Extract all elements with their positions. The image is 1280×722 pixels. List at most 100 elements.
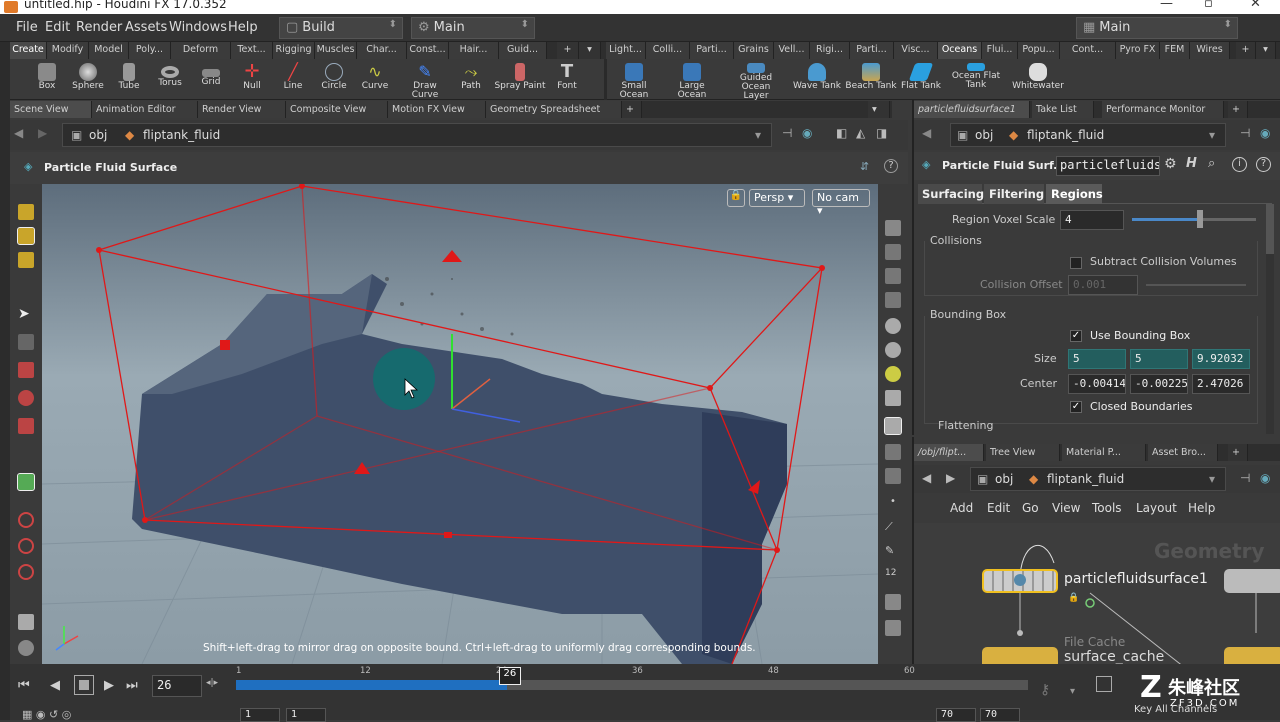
light-bulb-icon[interactable]: [885, 366, 901, 382]
tab-filtering[interactable]: Filtering: [984, 184, 1044, 204]
pose-icon[interactable]: [17, 473, 35, 491]
shelf-tab-const[interactable]: Const...: [407, 42, 449, 59]
shelf-menu-icon[interactable]: ▾: [579, 42, 601, 59]
tab-take-list[interactable]: Take List: [1032, 101, 1094, 118]
path-root[interactable]: obj: [89, 128, 107, 142]
camera-icon[interactable]: ◨: [876, 126, 887, 140]
minimize-icon[interactable]: —: [1160, 0, 1173, 11]
node-name-field[interactable]: particlefluids: [1056, 156, 1160, 176]
close-icon[interactable]: ✕: [1250, 0, 1261, 11]
handle-icon[interactable]: [18, 362, 34, 378]
pin-icon[interactable]: ⊣: [782, 126, 792, 140]
node-name-label[interactable]: particlefluidsurface1: [1064, 571, 1208, 587]
stop-button[interactable]: [74, 675, 94, 695]
shelf-tab-create[interactable]: Create: [10, 42, 47, 59]
magnet-icon[interactable]: [18, 512, 34, 528]
param-path-node[interactable]: fliptank_fluid: [1027, 128, 1104, 142]
add-shelf-tab-icon[interactable]: +: [1236, 42, 1256, 59]
rotate-icon[interactable]: [18, 390, 34, 406]
gear-icon[interactable]: ⚙: [1164, 156, 1177, 172]
network-menu-add[interactable]: Add: [950, 501, 973, 515]
vector-icon[interactable]: [885, 594, 901, 610]
network-path-node[interactable]: fliptank_fluid: [1047, 472, 1124, 486]
network-menu-layout[interactable]: Layout: [1136, 501, 1177, 515]
shelf-set-selector[interactable]: ⚙ Main ⬍: [411, 17, 535, 39]
closed-boundaries-checkbox[interactable]: ✓: [1070, 401, 1082, 413]
add-pane-tab-icon[interactable]: +: [622, 101, 642, 118]
subtract-collision-checkbox[interactable]: [1070, 257, 1082, 269]
tab-motion-fx-view[interactable]: Motion FX View: [388, 101, 486, 118]
uv-icon[interactable]: [885, 620, 901, 636]
link-icon[interactable]: ◉: [1260, 471, 1270, 485]
auto-key-icon[interactable]: [1096, 676, 1112, 692]
back-arrow-icon[interactable]: ◀: [14, 126, 23, 140]
lock-icon[interactable]: [18, 334, 34, 350]
hda-icon[interactable]: H: [1186, 156, 1197, 171]
forward-arrow-icon[interactable]: ▶: [946, 471, 955, 485]
step-frame-icon[interactable]: ◂|▸: [206, 678, 218, 688]
tab-geometry-spreadsheet[interactable]: Geometry Spreadsheet: [486, 101, 622, 118]
shelf-tab-vellum[interactable]: Vell...: [774, 42, 810, 59]
shelf-tab-rigid[interactable]: Rigi...: [810, 42, 850, 59]
center-y-field[interactable]: -0.00225: [1130, 374, 1188, 394]
timeline-track[interactable]: [236, 680, 1028, 690]
add-shelf-tab-icon[interactable]: +: [557, 42, 579, 59]
shelf-tab-particles[interactable]: Parti...: [690, 42, 734, 59]
prim-icon[interactable]: ⟋: [885, 520, 901, 536]
tab-animation-editor[interactable]: Animation Editor: [92, 101, 198, 118]
menu-help[interactable]: Help: [228, 20, 258, 35]
tool-wave-tank[interactable]: Wave Tank: [791, 61, 843, 99]
play-reverse-icon[interactable]: ◀: [50, 678, 60, 693]
param-scroll-thumb[interactable]: [1266, 204, 1274, 254]
right-shelf-selector[interactable]: ▦ Main ⬍: [1076, 17, 1238, 39]
template-icon[interactable]: [884, 417, 902, 435]
vis-icon[interactable]: [885, 244, 901, 260]
add-pane-tab-icon[interactable]: +: [1228, 101, 1248, 118]
tab-material-palette[interactable]: Material P...: [1062, 444, 1146, 461]
lock-camera-icon[interactable]: 🔒: [727, 189, 745, 207]
link-icon[interactable]: ◉: [1260, 126, 1270, 140]
network-editor-canvas[interactable]: Geometry particlefluidsurface1 🔒 File Ca…: [914, 523, 1280, 667]
scene-icon[interactable]: [18, 614, 34, 630]
tool-spray-paint[interactable]: Spray Paint: [494, 61, 546, 99]
network-menu-view[interactable]: View: [1052, 501, 1080, 515]
menu-file[interactable]: File: [16, 20, 38, 35]
tool-ocean-flat-tank[interactable]: Ocean Flat Tank: [950, 61, 1002, 99]
jump-end-icon[interactable]: ⏭: [126, 678, 138, 693]
region-voxel-scale-field[interactable]: 4: [1060, 210, 1124, 230]
shelf-tab-modify[interactable]: Modify: [47, 42, 89, 59]
shelf-tab-fluid[interactable]: Flui...: [982, 42, 1018, 59]
display-options-icon[interactable]: ⇵: [860, 160, 869, 173]
shelf-tab-char[interactable]: Char...: [357, 42, 407, 59]
tab-render-view[interactable]: Render View: [198, 101, 286, 118]
network-menu-help[interactable]: Help: [1188, 501, 1215, 515]
tab-particlefluidsurface1[interactable]: particlefluidsurface1: [914, 101, 1030, 118]
param-path-root[interactable]: obj: [975, 128, 993, 142]
pin-icon[interactable]: ⊣: [1240, 471, 1250, 485]
snap-grid-icon[interactable]: [18, 564, 34, 580]
tool-path[interactable]: ⤳ Path: [447, 61, 495, 99]
shelf-tab-deform[interactable]: Deform: [171, 42, 231, 59]
back-arrow-icon[interactable]: ◀: [922, 471, 931, 485]
tool-guided-ocean-layer[interactable]: Guided Ocean Layer: [730, 61, 782, 101]
tab-tree-view[interactable]: Tree View: [986, 444, 1060, 461]
add-pane-tab-icon[interactable]: +: [1228, 444, 1248, 461]
ghost-icon[interactable]: [885, 268, 901, 284]
shelf-menu-icon[interactable]: ▾: [1256, 42, 1276, 59]
shelf-tab-oceans[interactable]: Oceans: [938, 42, 982, 59]
back-arrow-icon[interactable]: ◀: [922, 126, 931, 140]
realtime-icon[interactable]: ▦ ◉ ↺ ◎: [22, 708, 71, 721]
shelf-tab-collisions[interactable]: Colli...: [646, 42, 690, 59]
frame-field[interactable]: 26: [152, 675, 202, 697]
size-y-field[interactable]: 5: [1130, 349, 1188, 369]
center-x-field[interactable]: -0.00414: [1068, 374, 1126, 394]
shelf-tab-muscles[interactable]: Muscles: [315, 42, 357, 59]
tool-whitewater[interactable]: Whitewater: [1012, 61, 1064, 99]
persp-menu[interactable]: Persp ▾: [749, 189, 805, 207]
center-z-field[interactable]: 2.47026: [1192, 374, 1250, 394]
tab-composite-view[interactable]: Composite View: [286, 101, 388, 118]
shelf-tab-text[interactable]: Text...: [231, 42, 273, 59]
tab-surfacing[interactable]: Surfacing: [918, 184, 984, 204]
select-dynamics-icon[interactable]: [18, 252, 34, 268]
menu-edit[interactable]: Edit: [45, 20, 70, 35]
